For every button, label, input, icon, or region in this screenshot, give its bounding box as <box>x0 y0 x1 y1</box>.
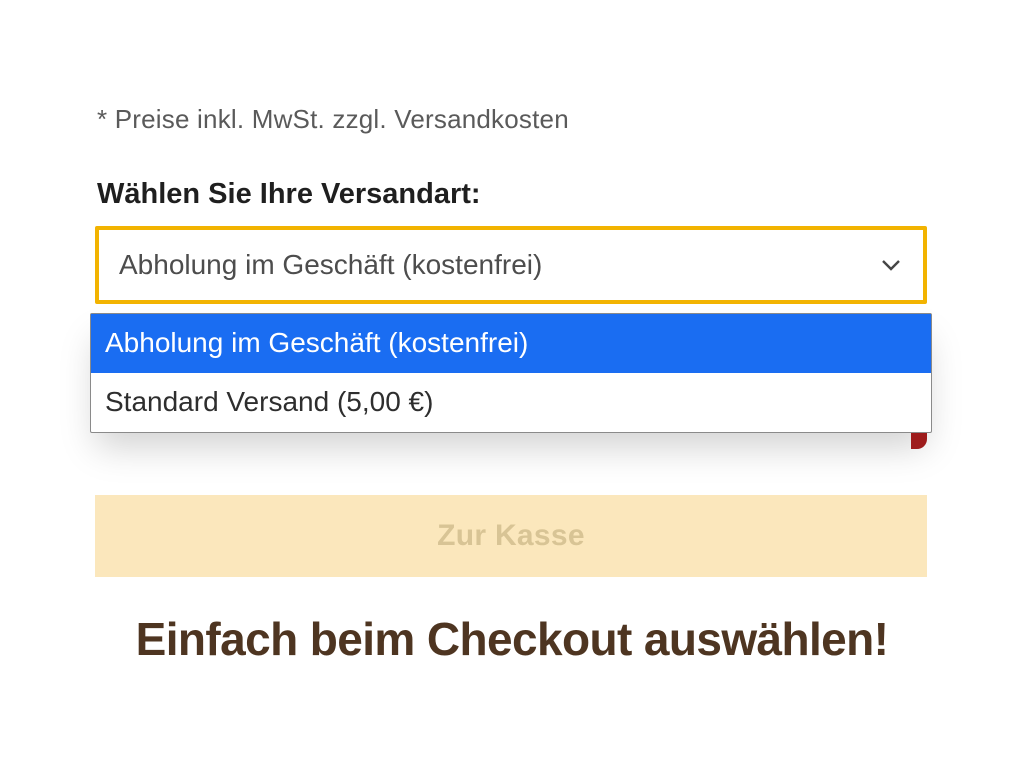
shipping-method-selected-label: Abholung im Geschäft (kostenfrei) <box>119 249 542 281</box>
shipping-option[interactable]: Standard Versand (5,00 €) <box>91 373 931 432</box>
shipping-option[interactable]: Abholung im Geschäft (kostenfrei) <box>91 314 931 373</box>
promo-caption: Einfach beim Checkout auswählen! <box>0 612 1024 666</box>
shipping-heading: Wählen Sie Ihre Versandart: <box>97 178 481 211</box>
hidden-button-corner <box>911 433 927 449</box>
shipping-method-select[interactable]: Abholung im Geschäft (kostenfrei) <box>95 226 927 304</box>
checkout-button[interactable]: Zur Kasse <box>95 495 927 577</box>
chevron-down-icon <box>879 253 903 277</box>
shipping-method-dropdown: Abholung im Geschäft (kostenfrei) Standa… <box>90 313 932 433</box>
price-disclaimer: * Preise inkl. MwSt. zzgl. Versandkosten <box>97 104 569 135</box>
